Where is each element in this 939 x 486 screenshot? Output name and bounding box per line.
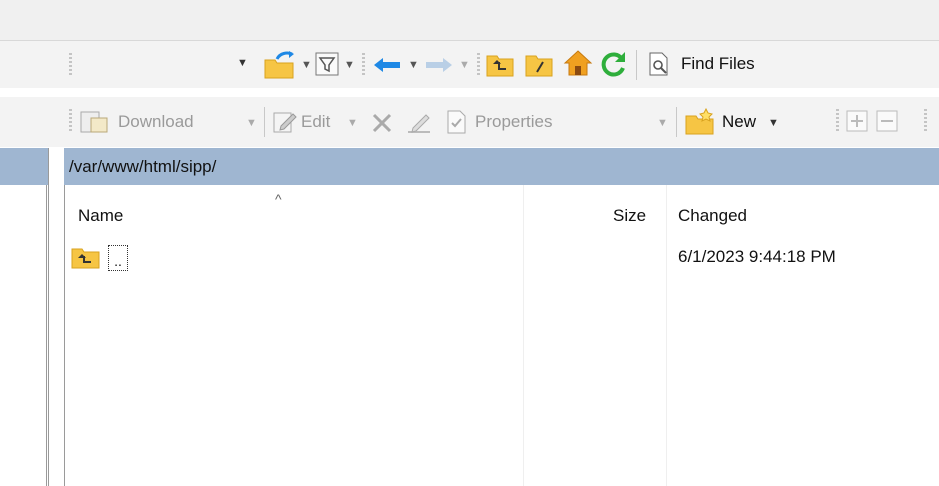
expand-icon[interactable] <box>846 110 868 132</box>
new-folder-icon <box>685 108 714 135</box>
left-panel-path-bar <box>0 148 48 185</box>
filter-icon[interactable] <box>315 52 339 76</box>
toolbar-separator <box>636 50 637 80</box>
back-dropdown-icon[interactable]: ▼ <box>408 59 419 71</box>
row-name: .. <box>108 245 128 271</box>
refresh-icon[interactable] <box>598 49 628 77</box>
sort-ascending-icon: ^ <box>275 191 282 207</box>
toolbar-grip[interactable] <box>924 109 927 133</box>
left-panel[interactable] <box>0 148 49 486</box>
properties-dropdown-icon[interactable]: ▼ <box>657 117 668 129</box>
toolbar-grip[interactable] <box>836 109 839 133</box>
panel-splitter[interactable] <box>46 185 47 486</box>
toolbar-grip[interactable] <box>69 53 72 77</box>
row-changed: 6/1/2023 9:44:18 PM <box>678 247 836 266</box>
delete-icon[interactable] <box>371 112 393 134</box>
download-button[interactable]: Download <box>118 112 194 132</box>
find-files-button[interactable]: Find Files <box>681 54 755 74</box>
open-folder-dropdown-icon[interactable]: ▼ <box>301 59 312 71</box>
new-button[interactable]: New <box>722 112 756 132</box>
find-files-icon[interactable] <box>646 51 672 77</box>
path-combo-dropdown-icon[interactable]: ▼ <box>237 57 248 69</box>
download-dropdown-icon[interactable]: ▼ <box>246 117 257 129</box>
parent-directory-icon <box>71 248 100 269</box>
parent-directory-icon[interactable] <box>485 50 515 78</box>
edit-dropdown-icon[interactable]: ▼ <box>347 117 358 129</box>
home-icon[interactable] <box>563 49 593 77</box>
column-divider[interactable] <box>666 185 667 486</box>
edit-icon <box>273 112 297 133</box>
edit-button[interactable]: Edit <box>301 112 330 132</box>
properties-icon <box>447 110 466 134</box>
toolbar-file-operations: Download ▼ Edit ▼ Properties ▼ New ▼ <box>0 97 939 147</box>
forward-arrow-icon[interactable] <box>424 55 454 75</box>
properties-button[interactable]: Properties <box>475 112 552 132</box>
collapse-icon[interactable] <box>876 110 898 132</box>
toolbar-grip[interactable] <box>362 53 365 77</box>
download-icon <box>80 111 108 133</box>
rename-icon[interactable] <box>405 110 433 136</box>
column-divider[interactable] <box>523 185 524 486</box>
back-arrow-icon[interactable] <box>372 55 402 75</box>
title-strip <box>0 0 939 40</box>
forward-dropdown-icon[interactable]: ▼ <box>459 59 470 71</box>
root-directory-icon[interactable] <box>524 50 554 78</box>
open-folder-icon[interactable] <box>263 50 297 80</box>
remote-path-bar: /var/www/html/sipp/ <box>64 148 939 185</box>
toolbar-grip[interactable] <box>69 109 72 133</box>
toolbar-separator <box>264 107 265 137</box>
table-row[interactable]: .. 6/1/2023 9:44:18 PM <box>65 245 939 275</box>
new-dropdown-icon[interactable]: ▼ <box>768 117 779 129</box>
toolbar-grip[interactable] <box>477 53 480 77</box>
file-list[interactable]: Name ^ Size Changed .. 6/1/2023 9:44:18 … <box>64 185 939 486</box>
filter-dropdown-icon[interactable]: ▼ <box>344 59 355 71</box>
toolbar-separator <box>676 107 677 137</box>
toolbar-navigation: sipp ▼ ▼ ▼ ▼ ▼ <box>0 40 939 122</box>
current-path: /var/www/html/sipp/ <box>69 157 217 176</box>
